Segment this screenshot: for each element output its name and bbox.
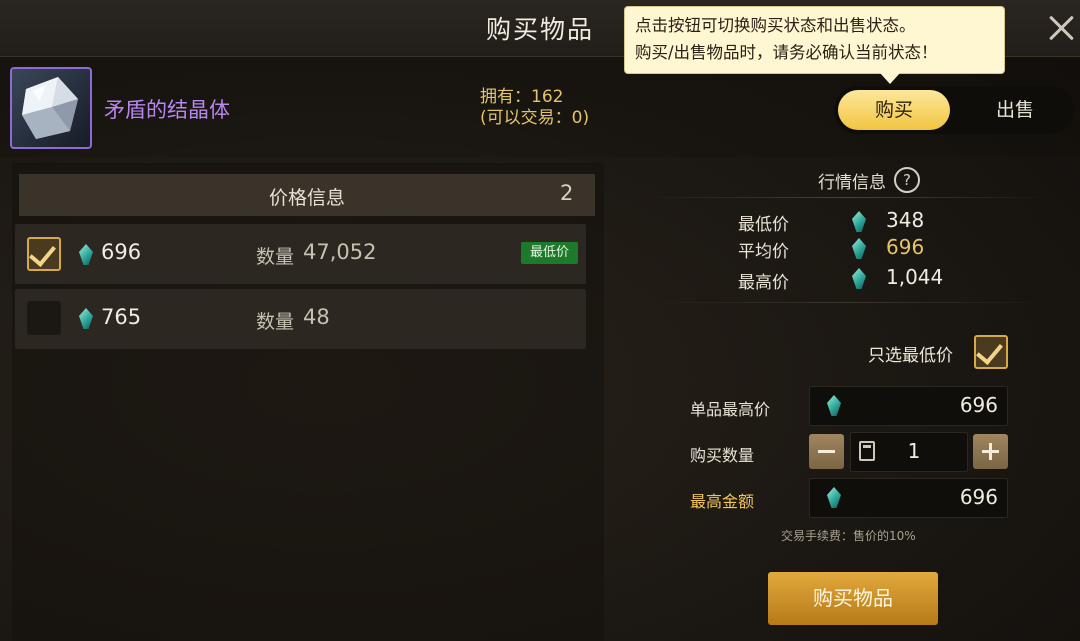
owned-count: 拥有：162 — [480, 87, 564, 107]
tooltip-line-1: 点击按钮可切换购买状态和出售状态。 — [635, 16, 916, 35]
tooltip-arrow — [880, 73, 900, 84]
market-info-title: 行情信息 — [818, 173, 886, 193]
row-price: 765 — [101, 305, 142, 329]
unit-max-price-value: 696 — [959, 393, 998, 417]
calculator-display — [863, 445, 871, 448]
help-icon[interactable]: ? — [894, 167, 920, 193]
min-price-value: 348 — [886, 208, 925, 232]
tradable-count: (可以交易：0) — [480, 108, 590, 128]
minus-icon — [818, 450, 835, 453]
unit-max-price-label: 单品最高价 — [690, 400, 771, 419]
row-checkbox[interactable] — [27, 237, 61, 271]
price-list-title: 价格信息 — [268, 187, 345, 209]
divider — [648, 302, 1048, 303]
quantity-value: 1 — [907, 439, 921, 463]
crystal-icon[interactable] — [10, 67, 92, 149]
only-lowest-label: 只选最低价 — [868, 346, 953, 366]
row-qty: 48 — [303, 305, 330, 329]
row-qty-label: 数量 — [256, 311, 295, 333]
max-price-value: 1,044 — [886, 265, 944, 289]
total-label: 最高金额 — [690, 492, 755, 511]
checkmark-icon — [976, 336, 1003, 366]
lowest-price-badge: 最低价 — [521, 242, 578, 264]
buy-item-button[interactable]: 购买物品 — [768, 572, 938, 625]
row-checkbox[interactable] — [27, 301, 61, 335]
plus-icon-v — [989, 443, 992, 460]
divider — [648, 197, 1048, 198]
avg-price-label: 平均价 — [738, 242, 789, 262]
fee-note: 交易手续费：售价的10% — [781, 529, 916, 543]
calculator-icon[interactable] — [859, 441, 875, 461]
owned-info: 拥有：162 (可以交易：0) — [480, 87, 589, 129]
tooltip: 点击按钮可切换购买状态和出售状态。 购买/出售物品时，请务必确认当前状态！ — [624, 6, 1005, 74]
checkmark-icon — [29, 238, 56, 268]
avg-price-value: 696 — [886, 235, 925, 259]
close-icon[interactable] — [1046, 12, 1078, 44]
row-qty: 47,052 — [303, 240, 377, 264]
item-name: 矛盾的结晶体 — [104, 98, 230, 122]
quantity-label: 购买数量 — [690, 446, 755, 465]
max-price-label: 最高价 — [738, 273, 789, 293]
total-value: 696 — [959, 485, 998, 509]
row-qty-label: 数量 — [256, 246, 295, 268]
only-lowest-checkbox[interactable] — [974, 335, 1008, 369]
price-list-count: 2 — [560, 181, 574, 205]
toggle-sell-button[interactable]: 出售 — [960, 90, 1070, 130]
min-price-label: 最低价 — [738, 215, 789, 235]
tooltip-line-2: 购买/出售物品时，请务必确认当前状态！ — [635, 43, 938, 62]
row-price: 696 — [101, 240, 142, 264]
quantity-minus-button[interactable] — [809, 434, 844, 469]
quantity-plus-button[interactable] — [973, 434, 1008, 469]
toggle-buy-button[interactable]: 购买 — [838, 90, 950, 130]
